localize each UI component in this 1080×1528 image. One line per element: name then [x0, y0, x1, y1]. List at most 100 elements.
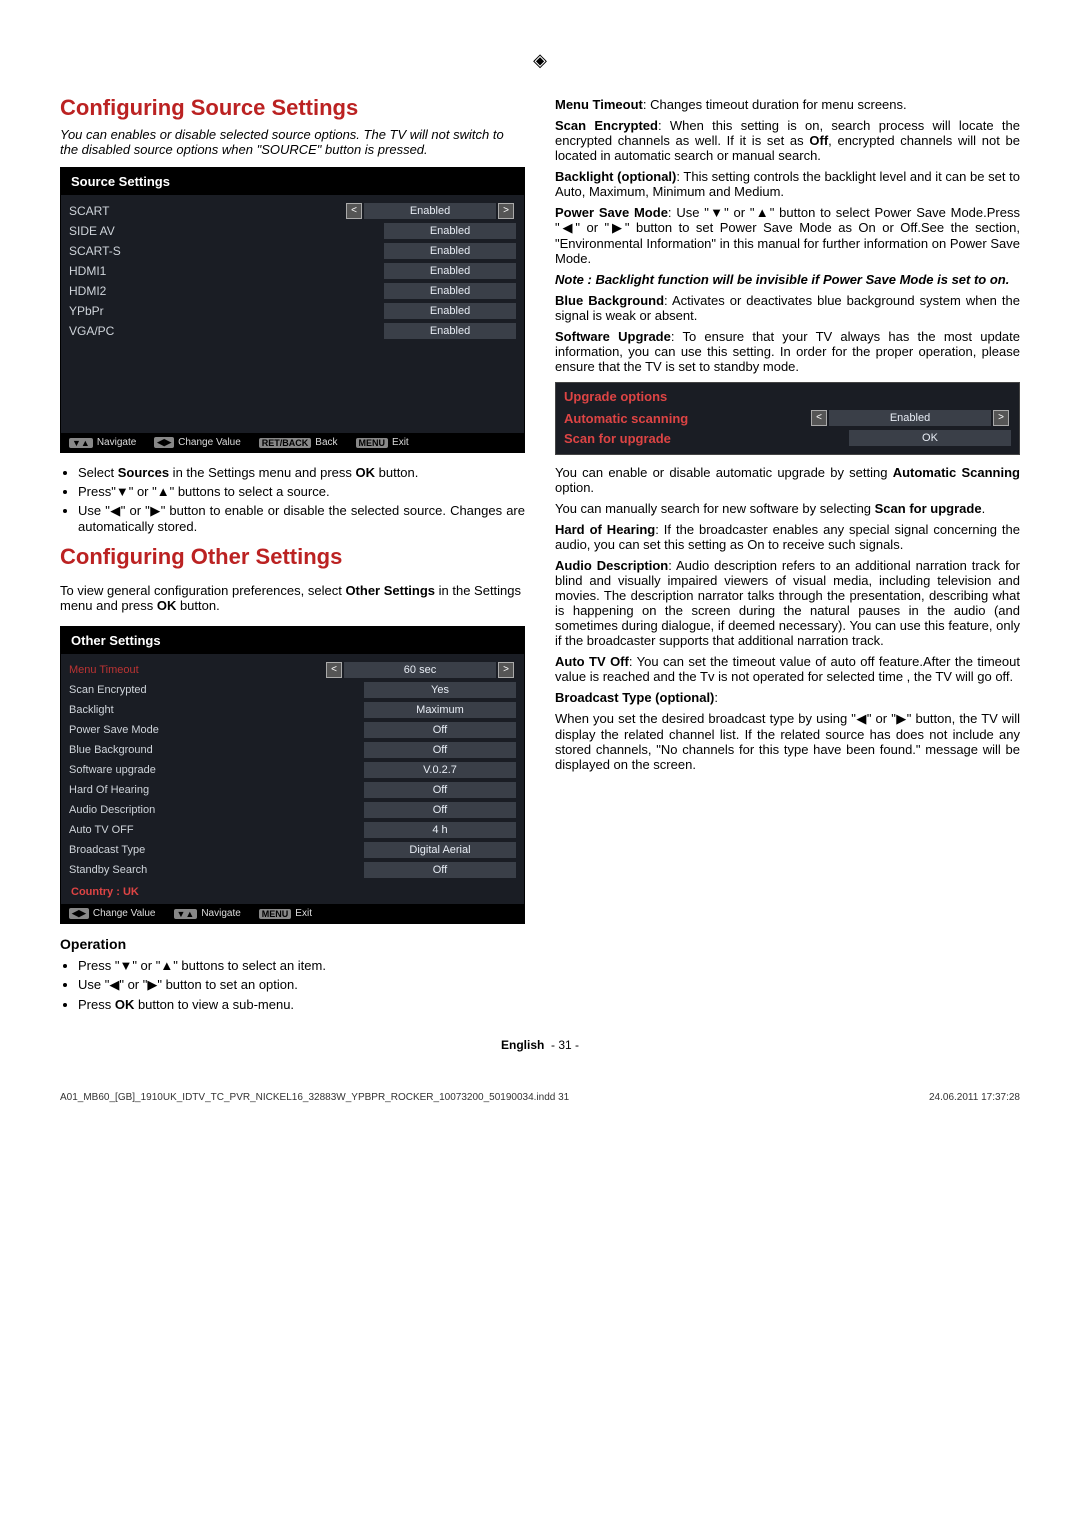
arrow-left-icon[interactable]: < — [346, 203, 362, 219]
menu-row-value: Maximum — [364, 702, 516, 718]
menu-row[interactable]: BacklightMaximum — [69, 700, 516, 720]
menu-row-label: Menu Timeout — [69, 664, 324, 676]
menu-row-value: V.0.2.7 — [364, 762, 516, 778]
other-settings-footer: ◀▶Change Value ▼▲Navigate MENUExit — [61, 904, 524, 923]
menu-row-value: Enabled — [829, 410, 991, 426]
menu-row-label: Hard Of Hearing — [69, 784, 364, 796]
registration-mark-top: ◈ — [60, 50, 1020, 71]
backlight-note: Note : Backlight function will be invisi… — [555, 272, 1020, 287]
list-item: Use "◀" or "▶" button to enable or disab… — [78, 503, 525, 534]
menu-row-label: SCART-S — [69, 244, 384, 258]
menu-row-label: Blue Background — [69, 744, 364, 756]
menu-row[interactable]: HDMI1Enabled — [69, 261, 516, 281]
menu-row[interactable]: Hard Of HearingOff — [69, 780, 516, 800]
paragraph: Software Upgrade: To ensure that your TV… — [555, 329, 1020, 374]
paragraph: Blue Background: Activates or deactivate… — [555, 293, 1020, 323]
menu-row-value: Enabled — [384, 223, 516, 239]
other-settings-title: Other Settings — [61, 627, 524, 654]
upgrade-options-panel: Upgrade options Automatic scanning<Enabl… — [555, 382, 1020, 455]
menu-row-value: Off — [364, 742, 516, 758]
list-item: Press "▼" or "▲" buttons to select an it… — [78, 958, 525, 973]
file-date: 24.06.2011 17:37:28 — [929, 1092, 1020, 1103]
menu-row[interactable]: Power Save ModeOff — [69, 720, 516, 740]
menu-row-value: 4 h — [364, 822, 516, 838]
menu-row[interactable]: SIDE AVEnabled — [69, 221, 516, 241]
menu-row-label: Scan for upgrade — [564, 431, 849, 446]
menu-row-value: Off — [364, 802, 516, 818]
menu-row-label: Audio Description — [69, 804, 364, 816]
list-item: Use "◀" or "▶" button to set an option. — [78, 977, 525, 993]
menu-row-label: SIDE AV — [69, 224, 384, 238]
menu-row[interactable]: Broadcast TypeDigital Aerial — [69, 840, 516, 860]
paragraph: When you set the desired broadcast type … — [555, 711, 1020, 772]
menu-row[interactable]: Blue BackgroundOff — [69, 740, 516, 760]
menu-row-value: Digital Aerial — [364, 842, 516, 858]
paragraph: Audio Description: Audio description ref… — [555, 558, 1020, 648]
arrow-left-icon[interactable]: < — [811, 410, 827, 426]
menu-row[interactable]: SCART<Enabled> — [69, 201, 516, 221]
paragraph: Hard of Hearing: If the broadcaster enab… — [555, 522, 1020, 552]
paragraph: Backlight (optional): This setting contr… — [555, 169, 1020, 199]
menu-row[interactable]: Scan EncryptedYes — [69, 680, 516, 700]
heading-source-settings: Configuring Source Settings — [60, 95, 525, 121]
paragraph: Scan Encrypted: When this setting is on,… — [555, 118, 1020, 163]
list-item: Select Sources in the Settings menu and … — [78, 465, 525, 480]
menu-row[interactable]: Audio DescriptionOff — [69, 800, 516, 820]
menu-row[interactable]: Scan for upgradeOK — [564, 428, 1011, 448]
menu-row[interactable]: VGA/PCEnabled — [69, 321, 516, 341]
list-item: Press OK button to view a sub-menu. — [78, 997, 525, 1012]
menu-row-label: YPbPr — [69, 304, 384, 318]
arrow-right-icon[interactable]: > — [498, 203, 514, 219]
source-settings-title: Source Settings — [61, 168, 524, 195]
menu-row-value: Off — [364, 862, 516, 878]
menu-row-value: Off — [364, 782, 516, 798]
menu-row-value: Off — [364, 722, 516, 738]
source-settings-panel: Source Settings SCART<Enabled>SIDE AVEna… — [60, 167, 525, 453]
menu-row-label: SCART — [69, 204, 344, 218]
menu-row[interactable]: Auto TV OFF4 h — [69, 820, 516, 840]
menu-row-label: Broadcast Type — [69, 844, 364, 856]
arrow-right-icon[interactable]: > — [993, 410, 1009, 426]
operation-list: Press "▼" or "▲" buttons to select an it… — [60, 958, 525, 1012]
left-column: Configuring Source Settings You can enab… — [60, 91, 525, 1022]
menu-row-label: Auto TV OFF — [69, 824, 364, 836]
menu-row-label: HDMI2 — [69, 284, 384, 298]
menu-row-label: VGA/PC — [69, 324, 384, 338]
menu-row[interactable]: Menu Timeout<60 sec> — [69, 660, 516, 680]
paragraph: Broadcast Type (optional): — [555, 690, 1020, 705]
menu-row-value: Enabled — [384, 303, 516, 319]
menu-row[interactable]: Software upgradeV.0.2.7 — [69, 760, 516, 780]
menu-row[interactable]: Standby SearchOff — [69, 860, 516, 880]
page-footer: English - 31 - — [60, 1038, 1020, 1052]
menu-row[interactable]: HDMI2Enabled — [69, 281, 516, 301]
menu-row-value: Enabled — [384, 263, 516, 279]
menu-row-label: Automatic scanning — [564, 411, 809, 426]
paragraph: You can manually search for new software… — [555, 501, 1020, 516]
arrow-right-icon[interactable]: > — [498, 662, 514, 678]
menu-row-value: Enabled — [364, 203, 496, 219]
menu-row-value: OK — [849, 430, 1011, 446]
menu-row[interactable]: Automatic scanning<Enabled> — [564, 408, 1011, 428]
menu-row-label: Scan Encrypted — [69, 684, 364, 696]
source-instructions-list: Select Sources in the Settings menu and … — [60, 465, 525, 534]
menu-row-label: HDMI1 — [69, 264, 384, 278]
menu-row-label: Software upgrade — [69, 764, 364, 776]
other-settings-country: Country : UK — [61, 882, 524, 904]
menu-row-value: 60 sec — [344, 662, 496, 678]
menu-row[interactable]: SCART-SEnabled — [69, 241, 516, 261]
two-column-layout: Configuring Source Settings You can enab… — [60, 91, 1020, 1022]
list-item: Press"▼" or "▲" buttons to select a sour… — [78, 484, 525, 499]
menu-row-value: Enabled — [384, 243, 516, 259]
upgrade-options-title: Upgrade options — [564, 389, 1011, 404]
menu-row-value: Enabled — [384, 283, 516, 299]
other-settings-panel: Other Settings Menu Timeout<60 sec>Scan … — [60, 626, 525, 924]
paragraph: Menu Timeout: Changes timeout duration f… — [555, 97, 1020, 112]
operation-heading: Operation — [60, 936, 525, 952]
paragraph: You can enable or disable automatic upgr… — [555, 465, 1020, 495]
source-settings-footer: ▼▲Navigate ◀▶Change Value RET/BACKBack M… — [61, 433, 524, 452]
intro-other-settings: To view general configuration preference… — [60, 583, 525, 613]
menu-row[interactable]: YPbPrEnabled — [69, 301, 516, 321]
file-footer: A01_MB60_[GB]_1910UK_IDTV_TC_PVR_NICKEL1… — [60, 1092, 1020, 1103]
paragraph: Auto TV Off: You can set the timeout val… — [555, 654, 1020, 684]
arrow-left-icon[interactable]: < — [326, 662, 342, 678]
